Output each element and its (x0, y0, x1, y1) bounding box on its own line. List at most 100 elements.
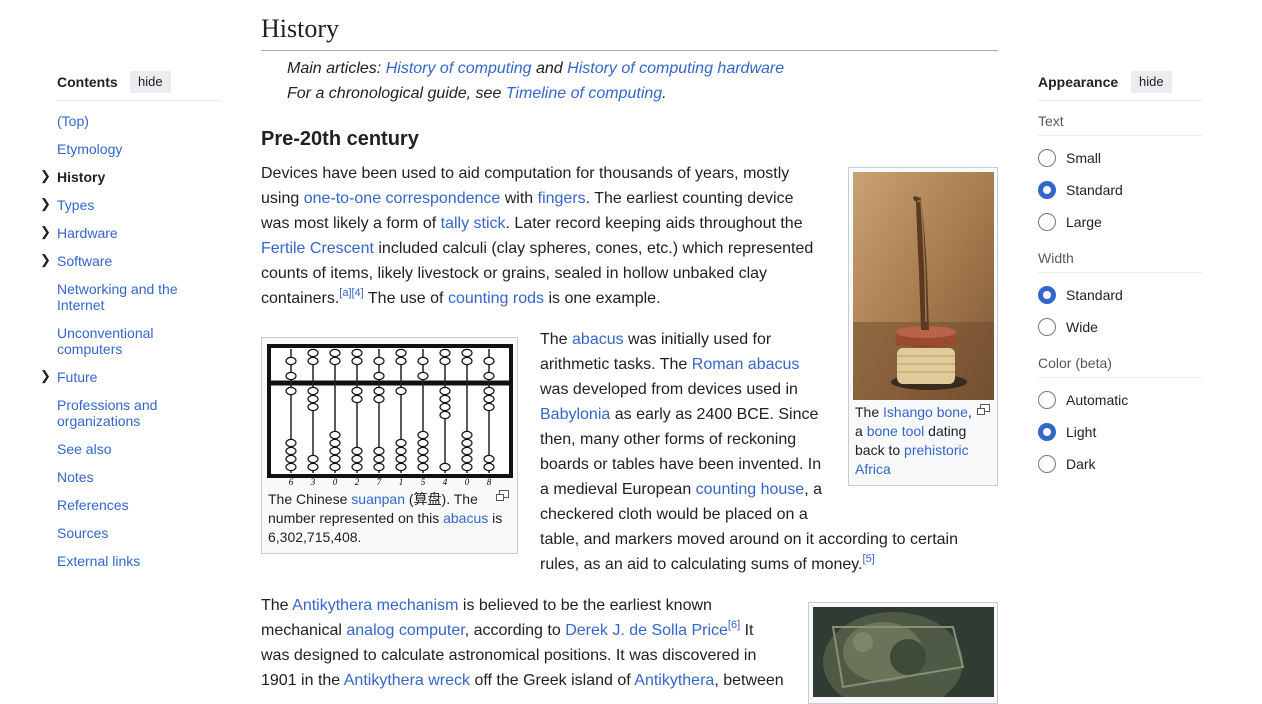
toc-item-networking[interactable]: Networking and the Internet (57, 281, 187, 313)
radio-label-dark[interactable]: Dark (1066, 456, 1096, 472)
section-heading-history: History (261, 14, 339, 43)
abacus-bead (285, 386, 297, 396)
radio-text-large[interactable] (1038, 213, 1056, 231)
toc-item-types[interactable]: Types (57, 197, 207, 213)
abacus-bead (351, 356, 363, 366)
link-derek-de-solla-price[interactable]: Derek J. de Solla Price (565, 622, 728, 639)
chevron-right-icon[interactable]: ❯ (40, 196, 51, 212)
abacus-bead (373, 394, 385, 404)
link-history-of-computing[interactable]: History of computing (386, 60, 532, 77)
abacus-bead (329, 348, 341, 358)
divider (1038, 135, 1202, 136)
abacus-digit-label: 0 (333, 477, 338, 487)
toc-item-top[interactable]: (Top) (57, 113, 207, 129)
radio-label-small[interactable]: Small (1066, 150, 1101, 166)
abacus-bead (307, 462, 319, 472)
link-antikythera[interactable]: Antikythera (634, 672, 714, 689)
citation-a[interactable]: [a] (339, 287, 351, 299)
link-analog-computer[interactable]: analog computer (346, 622, 464, 639)
link-counting-rods[interactable]: counting rods (448, 290, 544, 307)
link-antikythera-wreck[interactable]: Antikythera wreck (344, 672, 470, 689)
abacus-bead (329, 438, 341, 448)
radio-width-standard[interactable] (1038, 286, 1056, 304)
link-abacus[interactable]: abacus (572, 331, 624, 348)
radio-width-wide[interactable] (1038, 318, 1056, 336)
link-babylonia[interactable]: Babylonia (540, 406, 610, 423)
link-timeline-of-computing[interactable]: Timeline of computing (506, 85, 662, 102)
abacus-bead (483, 394, 495, 404)
link-abacus-caption[interactable]: abacus (443, 510, 488, 526)
abacus-bead (351, 386, 363, 396)
radio-text-small[interactable] (1038, 149, 1056, 167)
suanpan-image[interactable]: 6 3 0 2 7 1 5 4 0 8 (266, 343, 514, 488)
link-fingers[interactable]: fingers (538, 190, 586, 207)
abacus-bead (373, 386, 385, 396)
radio-text-standard[interactable] (1038, 181, 1056, 199)
abacus-bead (395, 454, 407, 464)
hatnote-timeline: For a chronological guide, see Timeline … (287, 85, 667, 102)
toc-item-references[interactable]: References (57, 497, 207, 513)
toc-item-see-also[interactable]: See also (57, 441, 207, 457)
radio-label-standard[interactable]: Standard (1066, 182, 1123, 198)
abacus-bead (373, 446, 385, 456)
abacus-bead (351, 394, 363, 404)
toc-item-professions[interactable]: Professions and organizations (57, 397, 177, 429)
abacus-bead (285, 446, 297, 456)
chevron-right-icon[interactable]: ❯ (40, 368, 51, 384)
link-one-to-one-correspondence[interactable]: one-to-one correspondence (304, 190, 501, 207)
toc-item-sources[interactable]: Sources (57, 525, 207, 541)
abacus-bead (417, 430, 429, 440)
toc-hide-button[interactable]: hide (130, 71, 171, 93)
chevron-right-icon[interactable]: ❯ (40, 252, 51, 268)
chevron-right-icon[interactable]: ❯ (40, 224, 51, 240)
link-roman-abacus[interactable]: Roman abacus (692, 356, 800, 373)
abacus-digit-label: 1 (399, 477, 404, 487)
abacus-bead (417, 446, 429, 456)
link-history-of-computing-hardware[interactable]: History of computing hardware (567, 60, 784, 77)
radio-label-large[interactable]: Large (1066, 214, 1102, 230)
paragraph-1: Devices have been used to aid computatio… (261, 165, 814, 307)
abacus-digit-label: 5 (421, 477, 426, 487)
link-counting-house[interactable]: counting house (696, 481, 805, 498)
toc-item-software[interactable]: Software (57, 253, 207, 269)
link-suanpan[interactable]: suanpan (351, 491, 405, 507)
abacus-bead (395, 348, 407, 358)
toc-item-notes[interactable]: Notes (57, 469, 207, 485)
radio-label-automatic[interactable]: Automatic (1066, 392, 1128, 408)
toc-item-hardware[interactable]: Hardware (57, 225, 207, 241)
chevron-right-icon[interactable]: ❯ (40, 168, 51, 184)
abacus-bead (483, 454, 495, 464)
radio-label-width-standard[interactable]: Standard (1066, 287, 1123, 303)
toc-item-unconventional[interactable]: Unconventional computers (57, 325, 167, 357)
abacus-bead (461, 454, 473, 464)
abacus-digit-label: 0 (465, 477, 470, 487)
radio-color-dark[interactable] (1038, 455, 1056, 473)
abacus-bead (373, 462, 385, 472)
heading-divider (261, 50, 998, 51)
link-tally-stick[interactable]: tally stick (441, 215, 506, 232)
appearance-hide-button[interactable]: hide (1131, 71, 1172, 93)
text-size-label: Text (1038, 113, 1064, 129)
abacus-bead (307, 394, 319, 404)
abacus-bead (483, 462, 495, 472)
radio-label-light[interactable]: Light (1066, 424, 1096, 440)
toc-item-external-links[interactable]: External links (57, 553, 207, 569)
radio-color-automatic[interactable] (1038, 391, 1056, 409)
abacus-bead (351, 462, 363, 472)
abacus-bead (417, 356, 429, 366)
abacus-bead (439, 462, 451, 472)
citation-4[interactable]: [4] (352, 287, 364, 299)
toc-title: Contents (57, 74, 118, 90)
link-antikythera-mechanism[interactable]: Antikythera mechanism (292, 597, 458, 614)
link-fertile-crescent[interactable]: Fertile Crescent (261, 240, 374, 257)
abacus-bead (395, 446, 407, 456)
toc-item-history[interactable]: History (57, 169, 207, 185)
abacus-bead (285, 454, 297, 464)
radio-label-wide[interactable]: Wide (1066, 319, 1098, 335)
radio-color-light[interactable] (1038, 423, 1056, 441)
toc-item-future[interactable]: Future (57, 369, 207, 385)
citation-6[interactable]: [6] (728, 619, 740, 631)
abacus-bead (483, 371, 495, 381)
citation-5[interactable]: [5] (863, 553, 875, 565)
toc-item-etymology[interactable]: Etymology (57, 141, 207, 157)
